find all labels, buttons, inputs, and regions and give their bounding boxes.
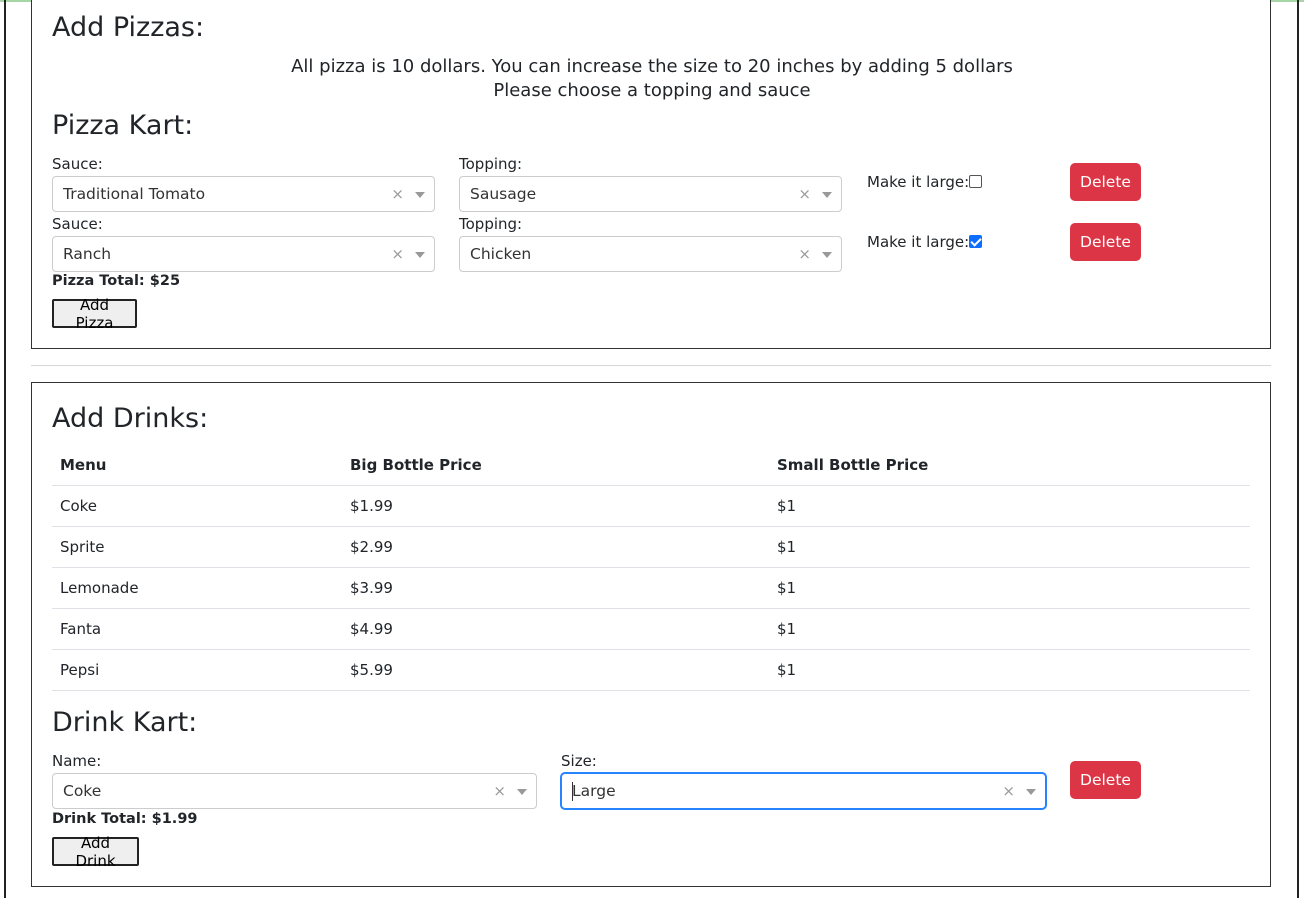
chevron-down-icon[interactable] <box>415 252 425 258</box>
drink-name-cell: Pepsi <box>52 649 342 691</box>
drink-size-value: Large <box>572 782 616 800</box>
make-large-option: Make it large: <box>867 173 983 191</box>
sauce-select[interactable]: Traditional Tomato × <box>52 176 435 212</box>
chevron-down-icon[interactable] <box>822 252 832 258</box>
drink-name-cell: Lemonade <box>52 567 342 609</box>
add-pizzas-title: Add Pizzas: <box>52 12 205 43</box>
chevron-down-icon[interactable] <box>822 192 832 198</box>
clear-x-icon[interactable]: × <box>1002 782 1015 800</box>
small-price-cell: $1 <box>769 485 1250 527</box>
make-large-label: Make it large: <box>867 233 970 251</box>
make-large-checkbox[interactable] <box>969 235 983 248</box>
topping-value: Sausage <box>470 185 537 203</box>
chevron-down-icon[interactable] <box>517 789 527 795</box>
topping-value: Chicken <box>470 245 532 263</box>
column-header: Big Bottle Price <box>342 445 769 486</box>
table-row: Fanta $4.99 $1 <box>52 608 1250 650</box>
make-large-label: Make it large: <box>867 173 970 191</box>
delete-pizza-button[interactable]: Delete <box>1070 163 1141 201</box>
clear-x-icon[interactable]: × <box>493 782 506 800</box>
sauce-value: Ranch <box>63 245 112 263</box>
sauce-select[interactable]: Ranch × <box>52 236 435 272</box>
pizza-total: Pizza Total: $25 <box>52 273 181 289</box>
topping-select[interactable]: Chicken × <box>459 236 842 272</box>
table-row: Coke $1.99 $1 <box>52 485 1250 527</box>
column-header: Small Bottle Price <box>769 445 1250 486</box>
drinks-section: Add Drinks: Menu Big Bottle Price Small … <box>31 382 1271 887</box>
size-label: Size: <box>561 752 597 770</box>
big-price-cell: $2.99 <box>342 526 769 568</box>
add-drinks-title: Add Drinks: <box>52 403 209 434</box>
pizza-pricing-notice: All pizza is 10 dollars. You can increas… <box>291 56 1013 77</box>
make-large-checkbox[interactable] <box>969 175 983 188</box>
table-row: Sprite $2.99 $1 <box>52 526 1250 568</box>
pizza-section: Add Pizzas: All pizza is 10 dollars. You… <box>31 0 1271 349</box>
pizza-kart-title: Pizza Kart: <box>52 110 194 141</box>
drink-total: Drink Total: $1.99 <box>52 811 198 827</box>
table-row: Lemonade $3.99 $1 <box>52 567 1250 609</box>
add-pizza-button[interactable]: Add Pizza <box>52 296 137 332</box>
topping-select[interactable]: Sausage × <box>459 176 842 212</box>
page-frame-left <box>4 0 6 898</box>
big-price-cell: $1.99 <box>342 485 769 527</box>
topping-label: Topping: <box>459 155 523 173</box>
drink-size-select[interactable]: Large × <box>561 773 1046 809</box>
add-drink-button[interactable]: Add Drink <box>52 834 139 870</box>
clear-x-icon[interactable]: × <box>798 185 811 203</box>
chevron-down-icon[interactable] <box>1026 789 1036 795</box>
name-label: Name: <box>52 752 102 770</box>
clear-x-icon[interactable]: × <box>391 185 404 203</box>
pizza-instructions: Please choose a topping and sauce <box>493 80 811 101</box>
section-divider <box>31 365 1271 366</box>
drink-kart-title: Drink Kart: <box>52 707 198 738</box>
small-price-cell: $1 <box>769 526 1250 568</box>
chevron-down-icon[interactable] <box>415 192 425 198</box>
sauce-value: Traditional Tomato <box>63 185 206 203</box>
clear-x-icon[interactable]: × <box>798 245 811 263</box>
big-price-cell: $4.99 <box>342 608 769 650</box>
column-header: Menu <box>52 445 342 486</box>
drink-name-select[interactable]: Coke × <box>52 773 537 809</box>
delete-drink-button[interactable]: Delete <box>1070 761 1141 799</box>
page-frame-right <box>1297 0 1299 898</box>
small-price-cell: $1 <box>769 567 1250 609</box>
small-price-cell: $1 <box>769 608 1250 650</box>
big-price-cell: $3.99 <box>342 567 769 609</box>
delete-pizza-button[interactable]: Delete <box>1070 223 1141 261</box>
big-price-cell: $5.99 <box>342 649 769 691</box>
make-large-option: Make it large: <box>867 233 983 251</box>
sauce-label: Sauce: <box>52 215 103 233</box>
topping-label: Topping: <box>459 215 523 233</box>
drink-name-value: Coke <box>63 782 102 800</box>
clear-x-icon[interactable]: × <box>391 245 404 263</box>
drink-name-cell: Fanta <box>52 608 342 650</box>
table-row: Pepsi $5.99 $1 <box>52 649 1250 691</box>
drink-menu-table: Menu Big Bottle Price Small Bottle Price… <box>52 445 1250 691</box>
drink-name-cell: Sprite <box>52 526 342 568</box>
table-header-row: Menu Big Bottle Price Small Bottle Price <box>52 445 1250 486</box>
drink-name-cell: Coke <box>52 485 342 527</box>
small-price-cell: $1 <box>769 649 1250 691</box>
sauce-label: Sauce: <box>52 155 103 173</box>
